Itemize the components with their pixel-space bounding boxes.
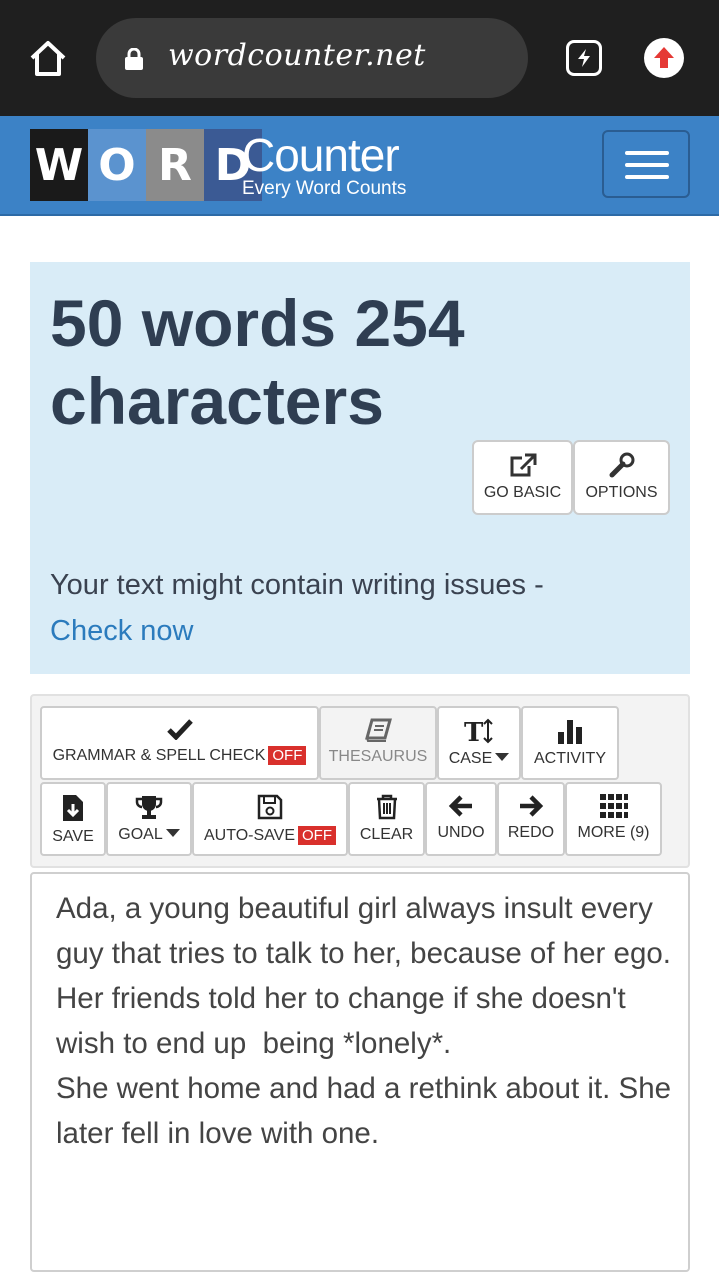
undo-button[interactable]: UNDO — [425, 782, 497, 856]
options-button[interactable]: OPTIONS — [573, 440, 670, 515]
site-logo[interactable]: W O R D — [30, 129, 262, 201]
external-link-icon — [510, 453, 536, 477]
activity-button[interactable]: ACTIVITY — [521, 706, 619, 780]
grid-icon — [599, 794, 628, 818]
goal-label: GOAL — [118, 826, 163, 843]
activity-label: ACTIVITY — [533, 750, 606, 767]
grammar-spell-check-button[interactable]: GRAMMAR & SPELL CHECK OFF — [40, 706, 319, 780]
go-basic-button[interactable]: GO BASIC — [472, 440, 573, 515]
more-button[interactable]: MORE (9) — [565, 782, 662, 856]
case-dropdown-button[interactable]: T CASE — [437, 706, 521, 780]
redo-label: REDO — [507, 824, 555, 841]
text-height-icon: T — [464, 718, 493, 744]
editor-toolbar: GRAMMAR & SPELL CHECK OFF THESAURUS T CAS… — [30, 694, 690, 868]
file-download-icon — [63, 795, 83, 821]
bar-chart-icon — [558, 720, 582, 744]
floppy-disk-icon — [257, 794, 283, 820]
address-bar[interactable]: wordcounter.net — [96, 18, 528, 98]
menu-bar — [625, 175, 669, 179]
chevron-down-icon — [165, 829, 180, 837]
thesaurus-button[interactable]: THESAURUS — [319, 706, 437, 780]
word-character-count: 50 words 254 characters — [50, 286, 465, 438]
writing-issues-notice: Your text might contain writing issues -… — [50, 562, 670, 654]
stats-panel: 50 words 254 characters GO BASIC OPTIONS… — [30, 262, 690, 674]
url-text: wordcounter.net — [168, 38, 426, 73]
trophy-icon — [135, 796, 163, 819]
menu-bar — [625, 151, 669, 155]
check-icon — [166, 719, 193, 740]
editor-text[interactable]: Ada, a young beautiful girl always insul… — [56, 886, 676, 1156]
logo-tagline: Every Word Counts — [242, 178, 407, 199]
update-icon[interactable] — [644, 38, 684, 78]
auto-save-button[interactable]: AUTO-SAVE OFF — [192, 782, 348, 856]
auto-save-label: AUTO-SAVE — [204, 827, 295, 844]
logo-letter-r: R — [146, 129, 204, 201]
arrow-left-icon — [448, 795, 472, 817]
tabs-icon[interactable] — [566, 40, 602, 76]
auto-save-off-badge: OFF — [297, 826, 336, 845]
chevron-down-icon — [495, 753, 510, 761]
logo-counter-text: Counter — [242, 129, 400, 181]
hamburger-menu-button[interactable] — [602, 130, 690, 198]
text-editor[interactable]: Ada, a young beautiful girl always insul… — [30, 872, 690, 1272]
grammar-label: GRAMMAR & SPELL CHECK — [52, 747, 266, 764]
case-label: CASE — [448, 750, 493, 767]
redo-button[interactable]: REDO — [497, 782, 565, 856]
book-icon — [365, 718, 392, 742]
thesaurus-label: THESAURUS — [328, 748, 428, 765]
save-button[interactable]: SAVE — [40, 782, 106, 856]
wrench-icon — [609, 452, 634, 478]
goal-dropdown-button[interactable]: GOAL — [106, 782, 192, 856]
grammar-off-badge: OFF — [268, 746, 307, 765]
logo-letter-w: W — [30, 129, 88, 201]
clear-label: CLEAR — [359, 826, 414, 843]
go-basic-label: GO BASIC — [483, 484, 562, 501]
save-label: SAVE — [52, 828, 94, 845]
check-now-link[interactable]: Check now — [50, 615, 193, 647]
undo-label: UNDO — [437, 824, 485, 841]
home-icon[interactable] — [28, 40, 68, 78]
writing-issues-text: Your text might contain writing issues - — [50, 569, 544, 601]
clear-button[interactable]: CLEAR — [348, 782, 425, 856]
trash-icon — [376, 794, 397, 820]
svg-text:T: T — [464, 718, 484, 744]
options-label: OPTIONS — [585, 484, 658, 501]
logo-wordmark: Counter Every Word Counts — [242, 132, 406, 200]
site-header: W O R D Counter Every Word Counts — [0, 116, 719, 216]
arrow-right-icon — [520, 795, 544, 817]
menu-bar — [625, 163, 669, 167]
lock-icon — [124, 47, 144, 70]
more-label: MORE (9) — [577, 824, 650, 841]
logo-letter-o: O — [88, 129, 146, 201]
browser-toolbar: wordcounter.net — [0, 0, 719, 116]
